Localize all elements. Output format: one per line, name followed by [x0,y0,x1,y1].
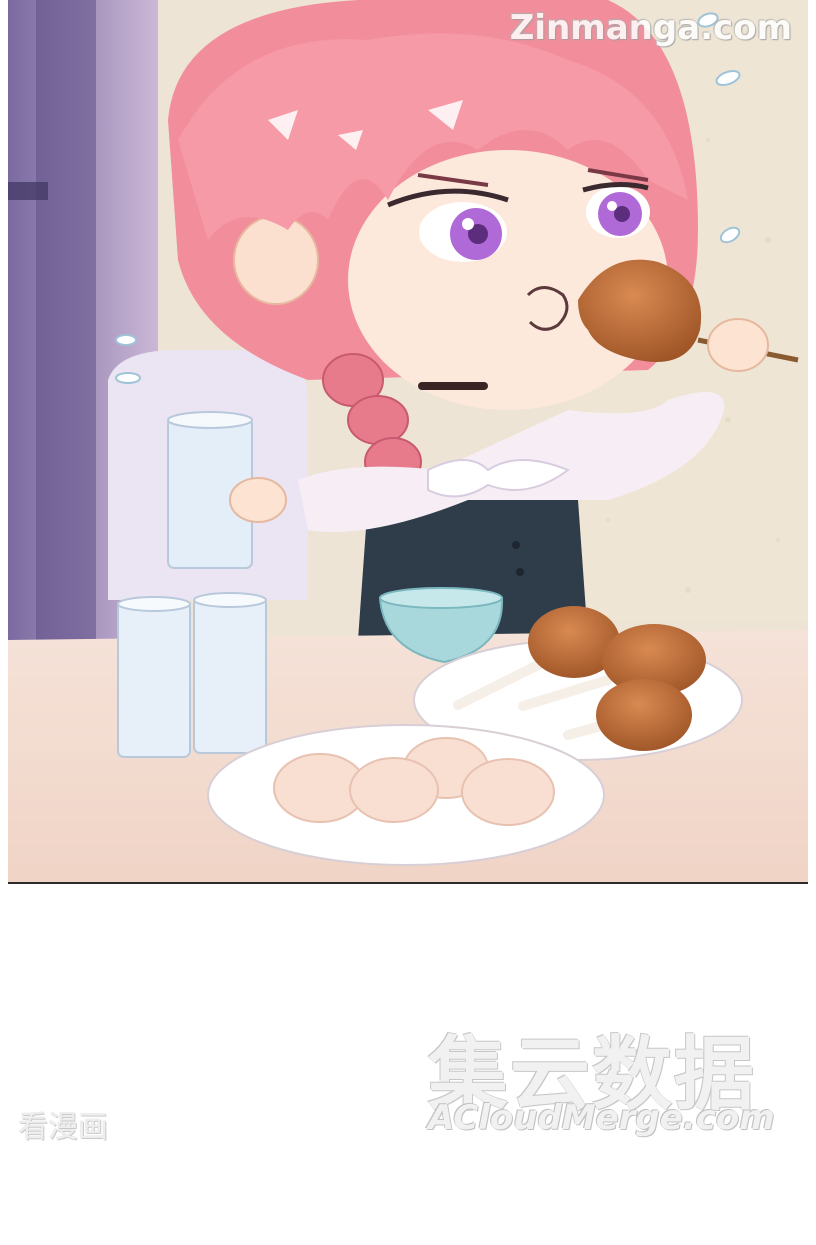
manga-page: Zinmanga.com 集云数据 ACloudMerge.com 看漫画 [0,0,816,1245]
choker [418,382,488,390]
watermark-acloudmerge-en: ACloudMerge.com [428,1098,775,1138]
left-hand [229,477,287,523]
watermark-kanmanhua: 看漫画 [18,1110,108,1145]
drumstick-3 [596,679,692,751]
mouth [526,286,569,331]
watermark-zinmanga: Zinmanga.com [509,8,792,48]
cup-1 [117,601,191,758]
manga-panel: Zinmanga.com [8,0,808,884]
cup-2 [193,597,267,754]
ear [233,215,319,305]
right-hand [707,318,769,372]
panel-illustration [8,0,808,882]
